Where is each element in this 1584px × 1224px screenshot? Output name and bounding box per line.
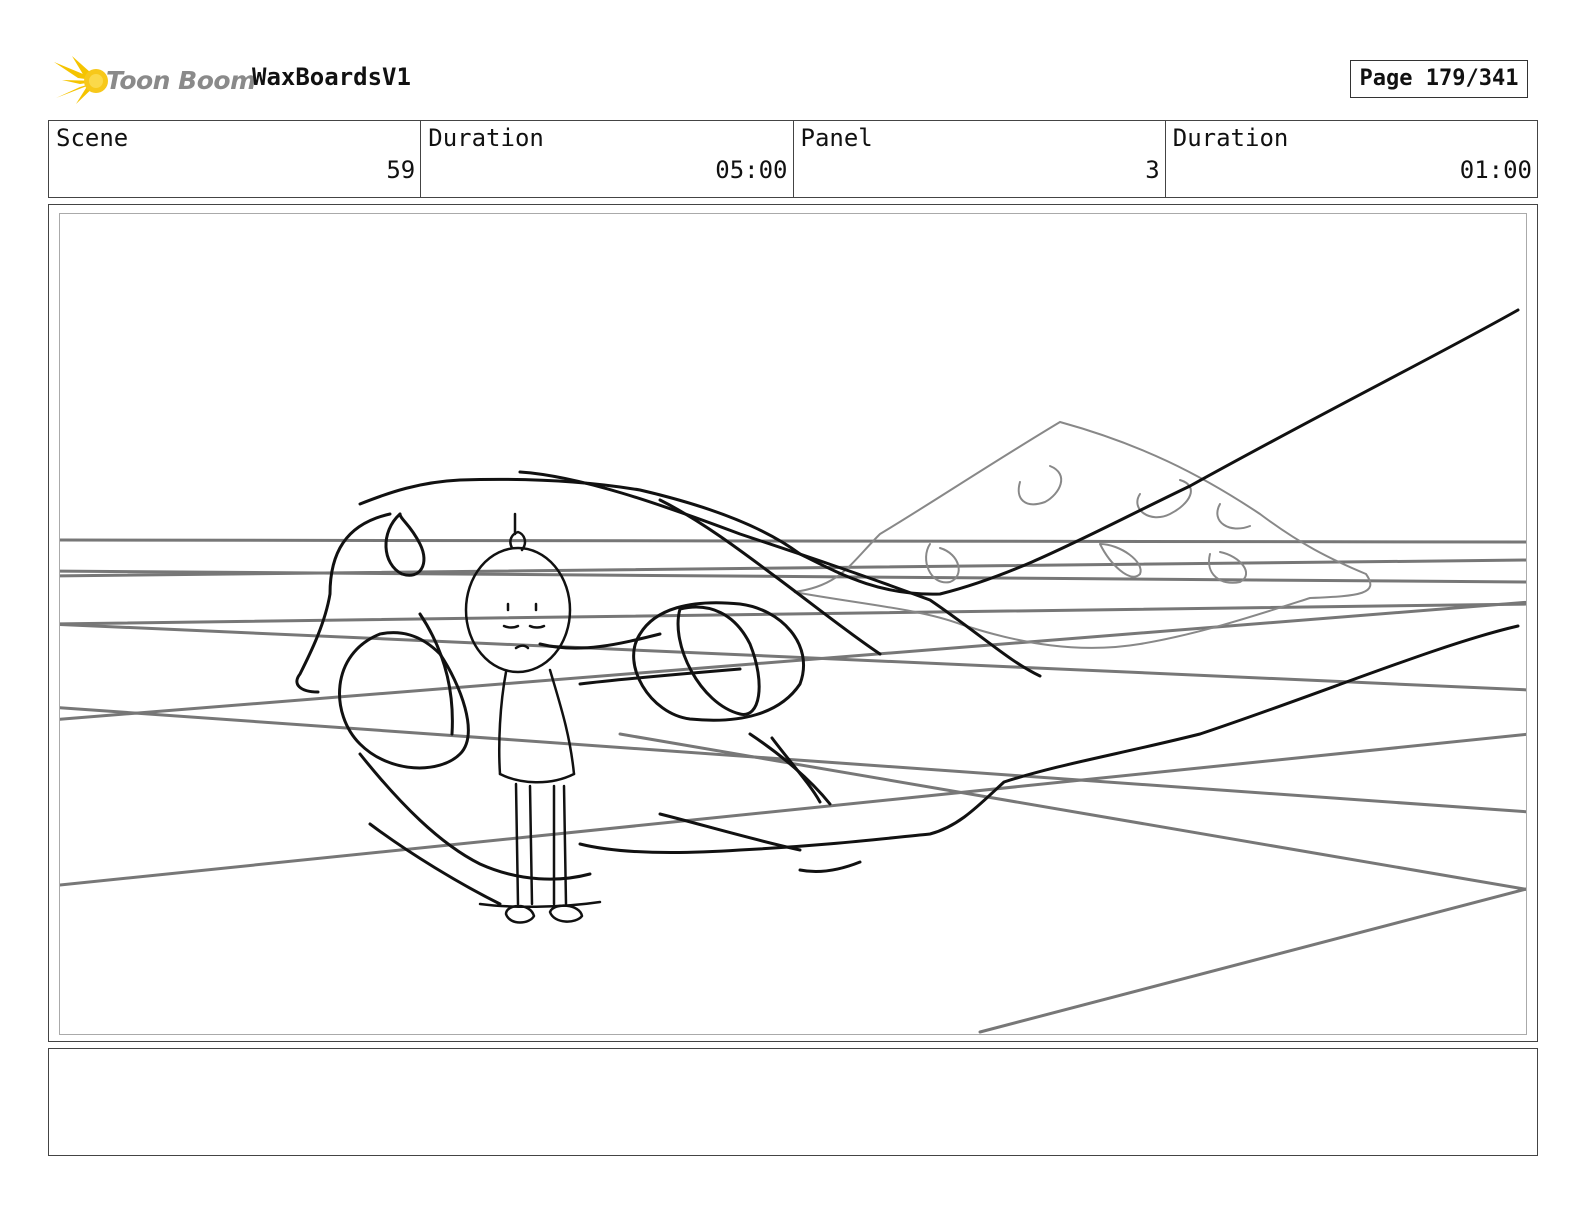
scene-duration-value: 05:00 [715,156,788,184]
scene-label: Scene [56,124,129,152]
panel-label: Panel [800,124,873,152]
panel-notes [48,1048,1538,1156]
scene-cell: Scene 59 [49,121,422,197]
toon-boom-logo: Toon Boom [52,54,256,106]
perspective-lines [60,538,1526,1034]
panel-duration-label: Duration [1172,124,1289,152]
panel-frame [48,204,1538,1042]
panel-cell: Panel 3 [794,121,1166,197]
storyboard-sketch [60,308,1526,1034]
scene-info-row: Scene 59 Duration 05:00 Panel 3 Duration… [48,120,1538,198]
storyboard-header: Toon Boom WaxBoardsV1 Page 179/341 [48,52,1538,108]
page-indicator: Page 179/341 [1350,60,1528,98]
panel-image [59,213,1527,1035]
scene-duration-label: Duration [428,124,544,152]
scene-value: 59 [386,156,416,184]
scene-duration-cell: Duration 05:00 [421,121,794,197]
panel-duration-cell: Duration 01:00 [1166,121,1537,197]
logo-wordmark: Toon Boom [106,66,256,95]
project-title: WaxBoardsV1 [252,63,411,91]
panel-duration-value: 01:00 [1459,156,1532,184]
panel-value: 3 [1145,156,1160,184]
sunburst-icon [54,56,108,104]
